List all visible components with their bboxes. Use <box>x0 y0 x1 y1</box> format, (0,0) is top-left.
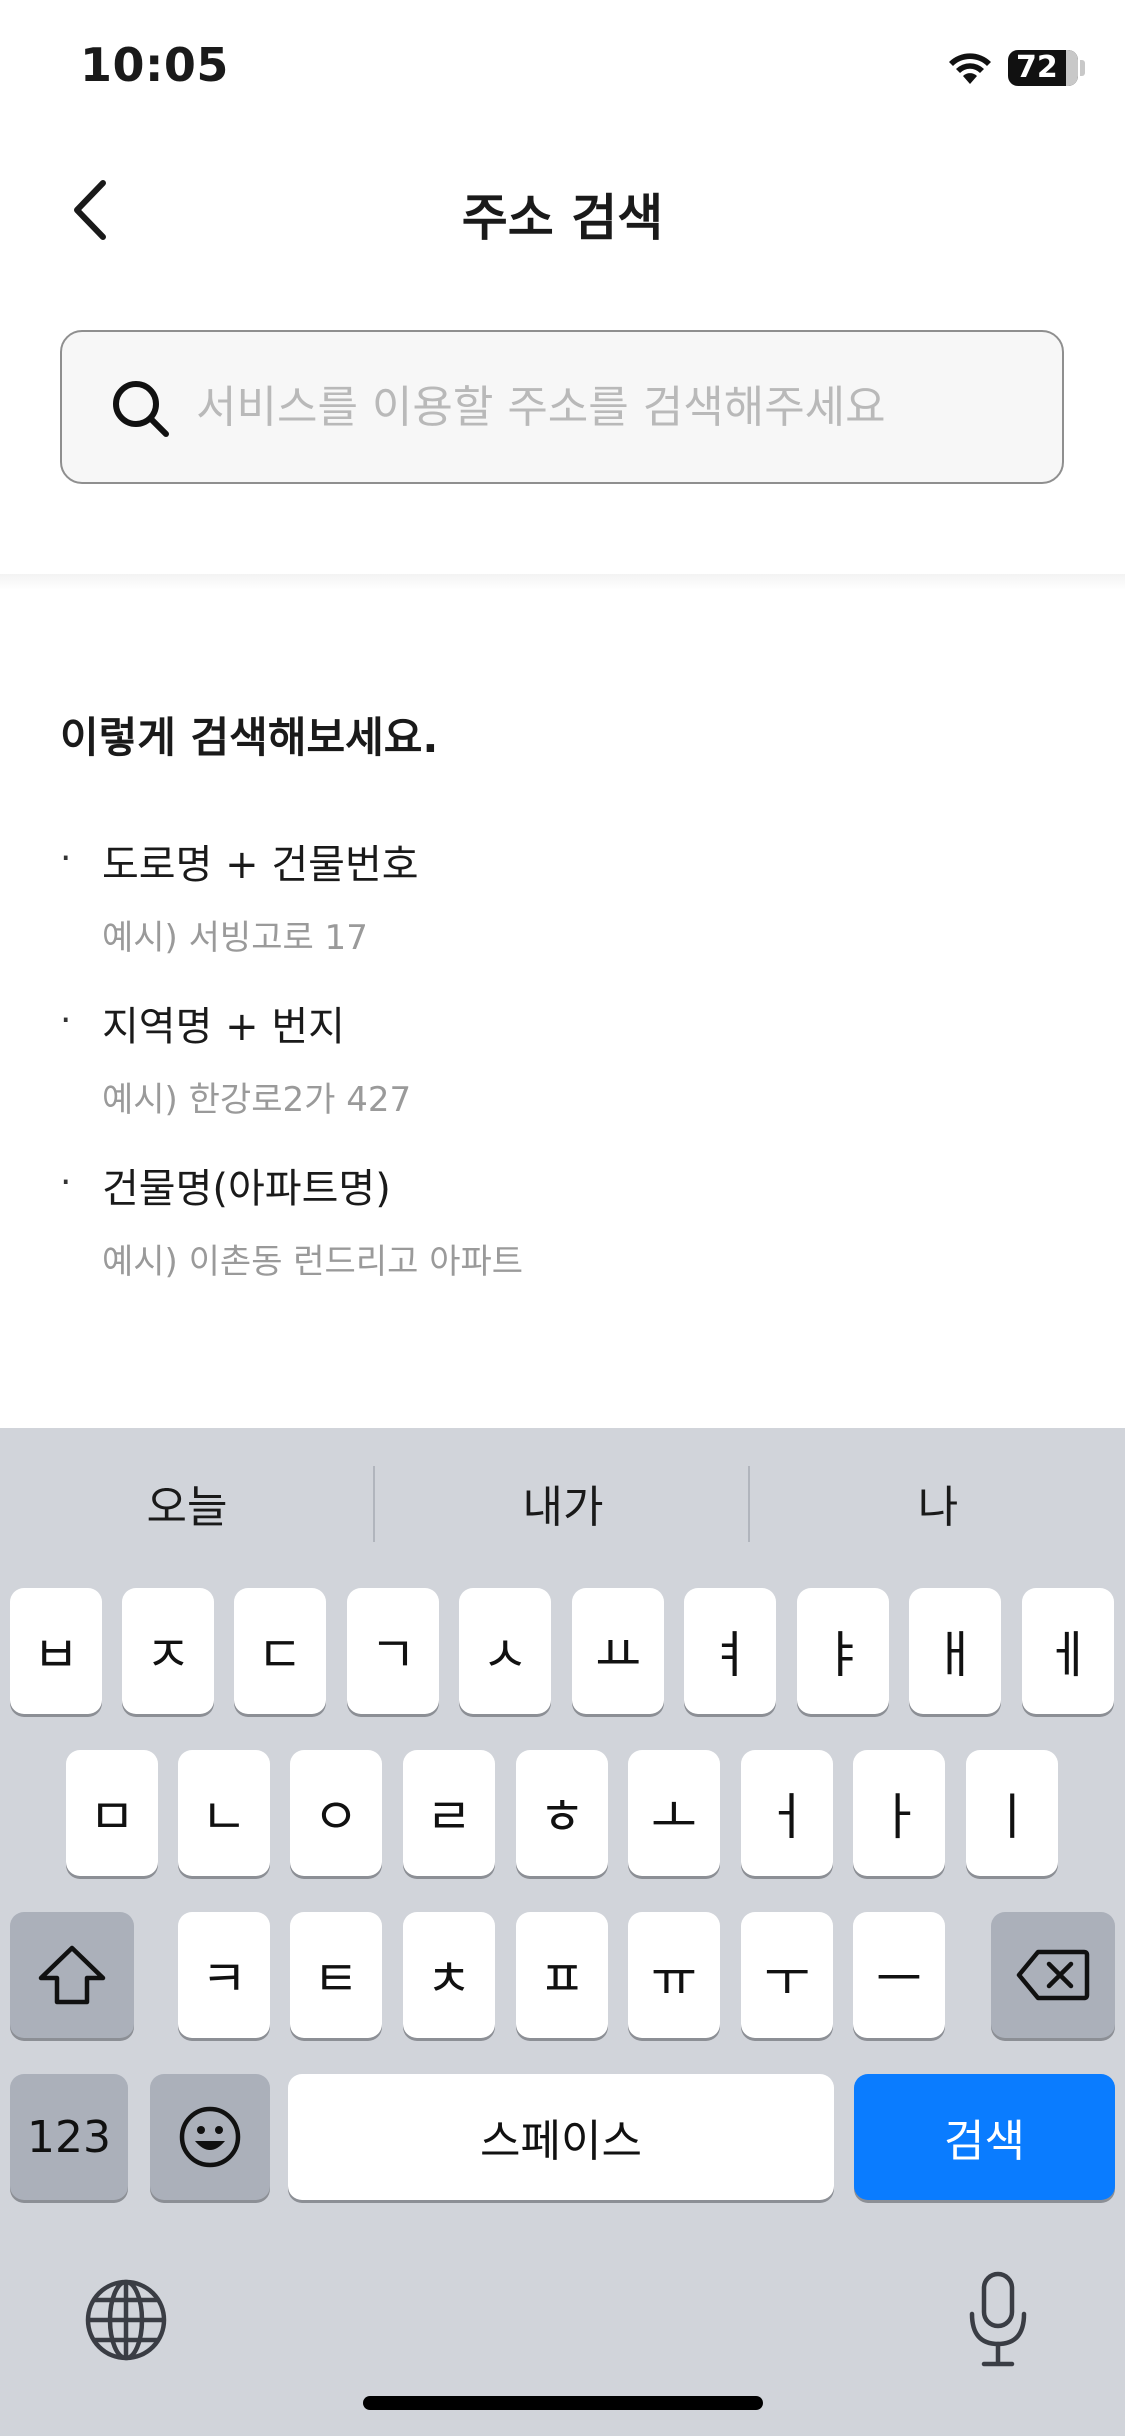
emoji-key[interactable] <box>150 2074 270 2200</box>
suggestion-divider <box>373 1466 375 1542</box>
wifi-icon <box>949 53 991 84</box>
emoji-icon <box>179 2106 241 2168</box>
tip-example: 예시) 서빙고로 17 <box>102 918 368 958</box>
key-letter[interactable]: ㅁ <box>66 1750 158 1876</box>
key-letter[interactable]: ㅂ <box>10 1588 102 1714</box>
page-title: 주소 검색 <box>461 189 664 247</box>
keyboard: 오늘 내가 나 ㅂ ㅈ ㄷ ㄱ ㅅ ㅛ ㅕ ㅑ ㅐ ㅔ ㅁ ㄴ ㅇ ㄹ ㅎ ㅗ … <box>0 1428 1125 2436</box>
key-letter[interactable]: ㅓ <box>741 1750 833 1876</box>
key-letter[interactable]: ㅋ <box>178 1912 270 2038</box>
space-key[interactable]: 스페이스 <box>288 2074 834 2200</box>
key-letter[interactable]: ㅈ <box>122 1588 214 1714</box>
tip-example: 예시) 이촌동 런드리고 아파트 <box>102 1242 524 1282</box>
key-letter[interactable]: ㅅ <box>459 1588 551 1714</box>
tip-example: 예시) 한강로2가 427 <box>102 1080 412 1120</box>
tip-label: 지역명 + 번지 <box>102 1004 345 1050</box>
key-letter[interactable]: ㅕ <box>684 1588 776 1714</box>
shift-arrow-icon <box>38 1945 106 2005</box>
key-letter[interactable]: ㅗ <box>628 1750 720 1876</box>
delete-key[interactable] <box>991 1912 1115 2038</box>
key-letter[interactable]: ㅎ <box>516 1750 608 1876</box>
suggestion-item[interactable]: 나 <box>751 1428 1125 1578</box>
microphone-icon[interactable] <box>966 2270 1030 2370</box>
numbers-key[interactable]: 123 <box>10 2074 128 2200</box>
key-letter[interactable]: ㅊ <box>403 1912 495 2038</box>
key-letter[interactable]: ㅇ <box>290 1750 382 1876</box>
address-search-box[interactable] <box>60 330 1064 484</box>
tip-label: 도로명 + 건물번호 <box>102 842 419 888</box>
key-letter[interactable]: ㅔ <box>1022 1588 1114 1714</box>
key-letter[interactable]: ㄹ <box>403 1750 495 1876</box>
predictive-suggestions: 오늘 내가 나 <box>0 1428 1125 1578</box>
key-letter[interactable]: ㅛ <box>572 1588 664 1714</box>
tip-label: 건물명(아파트명) <box>102 1166 391 1212</box>
key-letter[interactable]: ㅣ <box>966 1750 1058 1876</box>
shift-key[interactable] <box>10 1912 134 2038</box>
search-icon <box>113 381 169 437</box>
key-letter[interactable]: ㅍ <box>516 1912 608 2038</box>
key-letter[interactable]: ㅌ <box>290 1912 382 2038</box>
key-letter[interactable]: ㅑ <box>797 1588 889 1714</box>
suggestion-item[interactable]: 내가 <box>376 1428 750 1578</box>
tip-bullet: · <box>60 1000 72 1041</box>
key-letter[interactable]: ㅡ <box>853 1912 945 2038</box>
section-divider <box>0 574 1125 590</box>
home-indicator <box>363 2396 763 2410</box>
globe-icon[interactable] <box>84 2278 168 2362</box>
battery-cap <box>1080 60 1085 76</box>
key-letter[interactable]: ㅠ <box>628 1912 720 2038</box>
battery-indicator: 72 <box>1008 50 1078 86</box>
tip-bullet: · <box>60 1162 72 1203</box>
status-time: 10:05 <box>80 38 229 92</box>
search-tips-title: 이렇게 검색해보세요. <box>60 713 439 762</box>
battery-level: 72 <box>1016 50 1058 85</box>
tip-bullet: · <box>60 838 72 879</box>
key-letter[interactable]: ㄴ <box>178 1750 270 1876</box>
address-search-input[interactable] <box>196 362 1026 452</box>
search-key[interactable]: 검색 <box>854 2074 1115 2200</box>
key-letter[interactable]: ㄷ <box>234 1588 326 1714</box>
navigation-bar: 주소 검색 <box>0 150 1125 270</box>
key-letter[interactable]: ㅏ <box>853 1750 945 1876</box>
key-letter[interactable]: ㅐ <box>909 1588 1001 1714</box>
key-letter[interactable]: ㄱ <box>347 1588 439 1714</box>
status-bar: 10:05 72 <box>0 0 1125 140</box>
key-letter[interactable]: ㅜ <box>741 1912 833 2038</box>
backspace-icon <box>1016 1949 1090 2001</box>
suggestion-item[interactable]: 오늘 <box>0 1428 374 1578</box>
suggestion-divider <box>748 1466 750 1542</box>
